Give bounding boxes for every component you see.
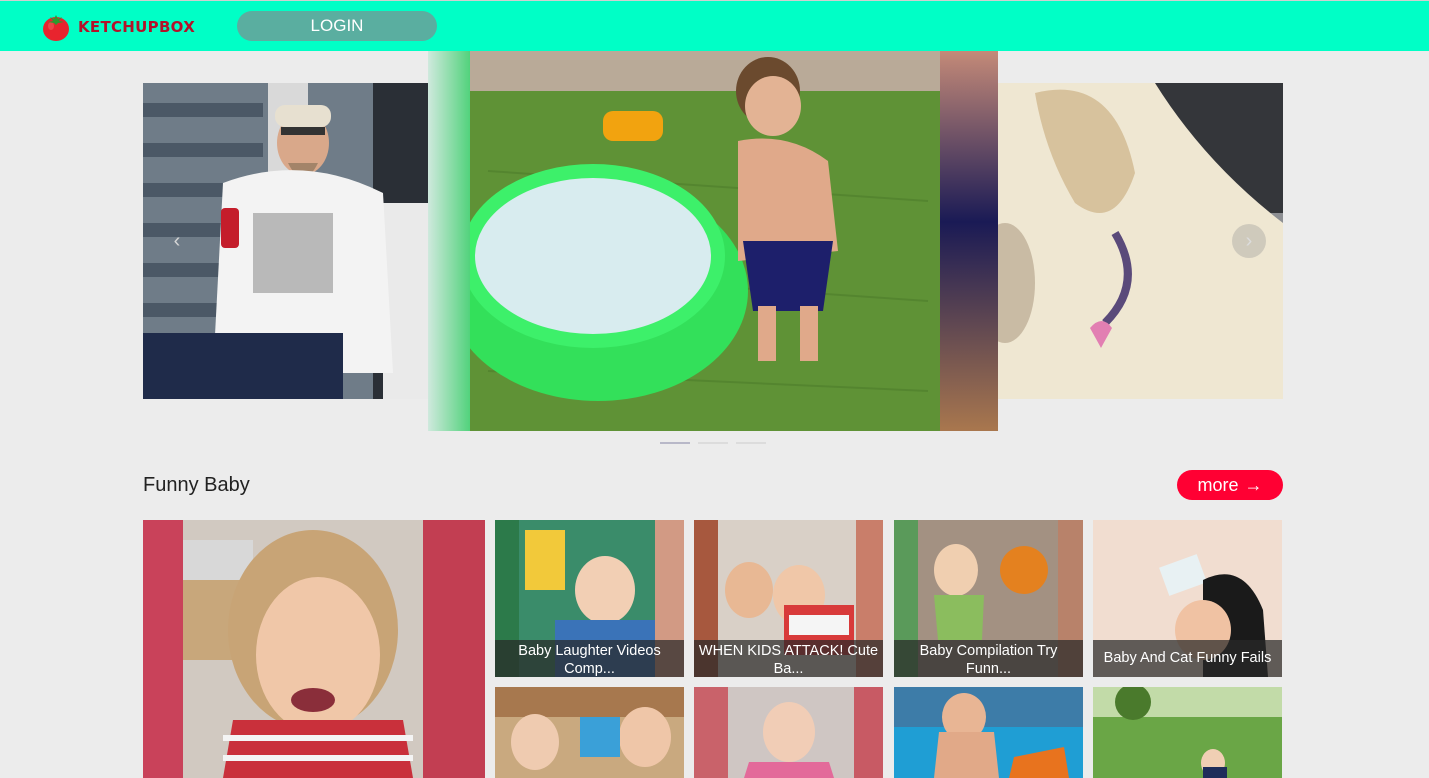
video-card[interactable]: WHEN KIDS ATTACK! Cute Ba... bbox=[694, 520, 883, 677]
video-card[interactable]: Baby Laughter Videos Comp... bbox=[495, 520, 684, 677]
video-card[interactable]: Baby And Cat Funny Fails ... bbox=[1093, 520, 1282, 677]
top-bar: KETCHUPBOX LOGIN bbox=[0, 0, 1429, 51]
carousel-dot-2[interactable] bbox=[698, 442, 728, 444]
brand-name: KETCHUPBOX bbox=[78, 18, 196, 36]
brand-logo[interactable]: KETCHUPBOX bbox=[40, 11, 195, 43]
video-card[interactable] bbox=[495, 687, 684, 778]
video-thumbnail bbox=[495, 687, 684, 778]
carousel-indicators bbox=[660, 442, 766, 444]
chevron-right-icon[interactable]: › bbox=[1232, 224, 1266, 258]
section-title: Funny Baby bbox=[143, 474, 250, 496]
carousel-dot-1[interactable] bbox=[660, 442, 690, 444]
video-thumbnail bbox=[1093, 687, 1282, 778]
carousel-dot-3[interactable] bbox=[736, 442, 766, 444]
video-title: Baby Laughter Videos Comp... bbox=[495, 640, 684, 677]
video-title: Baby Compilation Try Funn... bbox=[894, 640, 1083, 677]
video-title: WHEN KIDS ATTACK! Cute Ba... bbox=[694, 640, 883, 677]
tomato-icon bbox=[40, 11, 72, 43]
video-card[interactable]: Baby Compilation Try Funn... bbox=[894, 520, 1083, 677]
more-button[interactable]: more → bbox=[1177, 470, 1283, 500]
video-thumbnail bbox=[894, 687, 1083, 778]
chevron-left-icon[interactable]: ‹ bbox=[160, 224, 194, 258]
video-thumbnail bbox=[143, 520, 485, 778]
video-card[interactable] bbox=[143, 520, 485, 778]
more-label: more bbox=[1197, 474, 1239, 495]
carousel-slide-active[interactable] bbox=[428, 51, 998, 431]
video-thumbnail bbox=[694, 687, 883, 778]
slide-thumbnail-pool bbox=[428, 51, 998, 431]
video-card[interactable] bbox=[894, 687, 1083, 778]
video-card[interactable] bbox=[1093, 687, 1282, 778]
login-button[interactable]: LOGIN bbox=[237, 11, 437, 41]
featured-carousel: ‹ › bbox=[0, 51, 1429, 451]
video-title: Baby And Cat Funny Fails ... bbox=[1093, 640, 1282, 677]
arrow-right-icon: → bbox=[1244, 474, 1263, 495]
video-card[interactable] bbox=[694, 687, 883, 778]
